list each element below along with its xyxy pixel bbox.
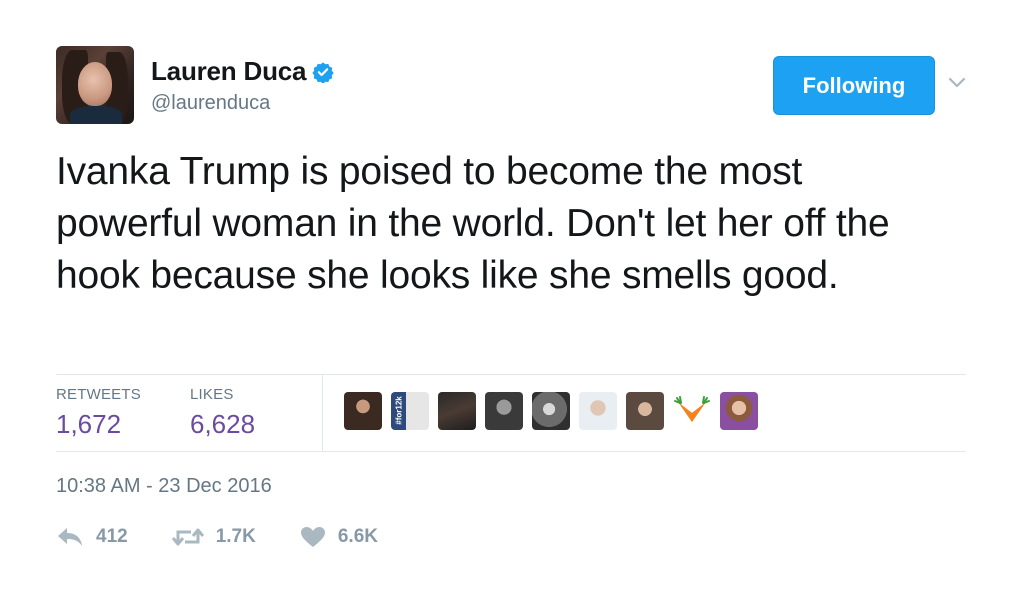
reply-icon <box>56 526 84 548</box>
liker-avatar[interactable] <box>626 392 664 430</box>
name-row: Lauren Duca <box>151 56 334 87</box>
reply-button[interactable]: 412 <box>56 526 128 548</box>
verified-badge-icon <box>312 61 334 84</box>
following-button[interactable]: Following <box>773 56 935 115</box>
retweets-count: 1,672 <box>56 409 122 439</box>
retweets-label: RETWEETS <box>56 386 141 403</box>
carrots-icon[interactable] <box>673 392 711 430</box>
retweet-icon <box>171 526 204 548</box>
user-handle[interactable]: @laurenduca <box>151 92 270 115</box>
liker-avatar-text: #for12k <box>394 396 404 425</box>
like-button[interactable]: 6.6K <box>300 526 378 548</box>
likers-avatars: #for12k <box>344 392 758 430</box>
liker-avatar[interactable] <box>485 392 523 430</box>
like-count: 6.6K <box>337 526 378 547</box>
likes-count: 6,628 <box>190 409 256 439</box>
display-name[interactable]: Lauren Duca <box>151 56 306 87</box>
liker-avatar[interactable] <box>720 392 758 430</box>
tweet-actions: 412 1.7K 6.6K <box>56 526 422 548</box>
stats-divider-vertical <box>322 374 323 451</box>
stats-divider-top <box>56 374 966 375</box>
tweet-timestamp[interactable]: 10:38 AM - 23 Dec 2016 <box>56 475 272 498</box>
tweet-card: Lauren Duca @laurenduca Following Ivanka… <box>0 0 1024 602</box>
retweet-count: 1.7K <box>215 526 256 547</box>
chevron-down-icon[interactable] <box>948 76 966 90</box>
heart-icon <box>300 526 326 548</box>
likes-label: LIKES <box>190 386 234 403</box>
liker-avatar[interactable]: #for12k <box>391 392 429 430</box>
reply-count: 412 <box>96 526 128 547</box>
tweet-text: Ivanka Trump is poised to become the mos… <box>56 150 890 297</box>
liker-avatar[interactable] <box>532 392 570 430</box>
liker-avatar[interactable] <box>438 392 476 430</box>
stats-divider-bottom <box>56 451 966 452</box>
liker-avatar[interactable] <box>344 392 382 430</box>
likes-stat[interactable]: LIKES 6,628 <box>190 386 255 440</box>
retweet-button[interactable]: 1.7K <box>171 526 256 548</box>
retweets-stat[interactable]: RETWEETS 1,672 <box>56 386 141 440</box>
user-avatar[interactable] <box>56 46 134 124</box>
liker-avatar[interactable] <box>579 392 617 430</box>
